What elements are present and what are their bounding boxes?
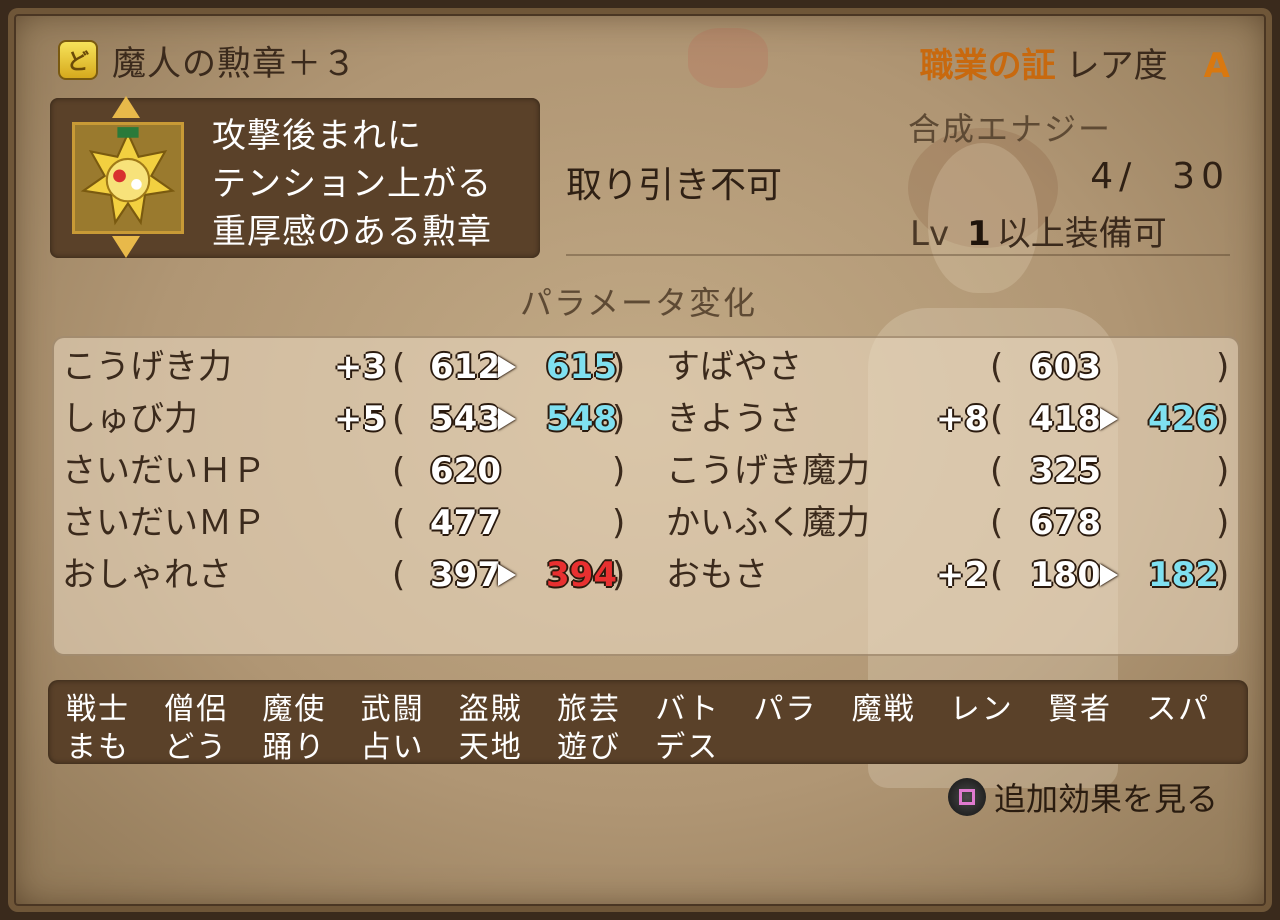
job-label: デス: [655, 730, 720, 765]
open-paren: (: [990, 347, 1004, 387]
job-label: まも: [66, 730, 130, 765]
item-description: 攻撃後まれに テンション上がる 重厚感のある勲章: [212, 112, 532, 256]
stat-name: きようさ: [666, 399, 802, 439]
job-label: スパ: [1146, 692, 1211, 727]
square-button-icon: [947, 778, 986, 816]
stat-name: こうげき魔力: [666, 451, 870, 491]
level-label: Lv: [910, 214, 950, 254]
arrow-right-icon: [1100, 564, 1118, 586]
job-label: 踊り: [262, 730, 327, 765]
stat-current-value: 418: [1030, 399, 1101, 439]
rarity-label: レア度: [1065, 46, 1168, 86]
arrow-right-icon: [1100, 408, 1118, 430]
stat-bonus: +2: [935, 555, 988, 595]
stat-row: こうげき魔力 (325): [0, 446, 1280, 496]
level-value: 1: [967, 214, 991, 254]
stat-name: すばやさ: [666, 347, 802, 387]
open-paren: (: [990, 399, 1004, 439]
close-paren: ): [1216, 347, 1230, 387]
stat-new-value: 426: [1148, 399, 1219, 439]
close-paren: ): [1216, 555, 1230, 595]
job-label: 遊び: [557, 730, 621, 765]
stat-current-value: 678: [1030, 503, 1101, 543]
level-suffix: 以上装備可: [996, 214, 1167, 254]
stat-current-value: 325: [1030, 451, 1101, 491]
job-label: どう: [164, 730, 229, 765]
job-label: 天地: [458, 730, 523, 765]
job-label: 魔戦: [851, 692, 916, 727]
synthesis-energy-label: 合成エナジー: [908, 110, 1113, 148]
open-paren: (: [990, 503, 1004, 543]
parameter-change-title: パラメータ変化: [520, 284, 758, 322]
stat-current-value: 180: [1030, 555, 1101, 595]
stat-row: かいふく魔力 (678): [0, 498, 1280, 548]
rarity-value: A: [1203, 46, 1230, 86]
job-label: パラ: [753, 692, 818, 727]
divider: [566, 254, 1230, 256]
rarity-row: 職業の証 レア度 A: [920, 38, 1230, 87]
open-paren: (: [990, 555, 1004, 595]
item-name: 魔人の勲章＋３: [112, 43, 357, 84]
open-paren: (: [990, 451, 1004, 491]
view-extra-effects-button[interactable]: 追加効果を見る: [947, 774, 1218, 820]
stat-row: おもさ +2(180 182): [0, 550, 1280, 600]
job-label: 賢者: [1048, 692, 1112, 727]
item-category: 職業の証: [919, 46, 1056, 86]
job-label: 占い: [360, 730, 425, 765]
close-paren: ): [1216, 451, 1230, 491]
character-silhouette-bow: [688, 28, 768, 88]
stat-new-value: 182: [1148, 555, 1219, 595]
scroll-down-arrow-icon[interactable]: [112, 236, 140, 258]
stat-name: かいふく魔力: [666, 503, 870, 543]
equip-level-requirement: Lv 1 以上装備可: [910, 206, 1167, 255]
extra-effects-label: 追加効果を見る: [993, 780, 1218, 818]
stat-current-value: 603: [1030, 347, 1101, 387]
stat-name: おもさ: [666, 555, 768, 595]
accessory-category-icon: ど: [58, 40, 98, 80]
close-paren: ): [1216, 503, 1230, 543]
medal-item-icon: [72, 122, 184, 234]
close-paren: ): [1216, 399, 1230, 439]
description-line: 攻撃後まれに: [212, 116, 422, 156]
description-line: テンション上がる: [212, 164, 492, 204]
trade-status: 取り引き不可: [566, 165, 783, 206]
stat-bonus: +8: [935, 399, 988, 439]
job-label: レン: [949, 692, 1014, 727]
synthesis-energy-value: 4/ 30: [1090, 156, 1230, 197]
scroll-up-arrow-icon[interactable]: [112, 96, 140, 118]
item-title-row: ど 魔人の勲章＋３: [58, 36, 357, 84]
description-line: 重厚感のある勲章: [212, 212, 492, 252]
stat-row: すばやさ (603): [0, 342, 1280, 392]
stat-row: きようさ +8(418 426): [0, 394, 1280, 444]
